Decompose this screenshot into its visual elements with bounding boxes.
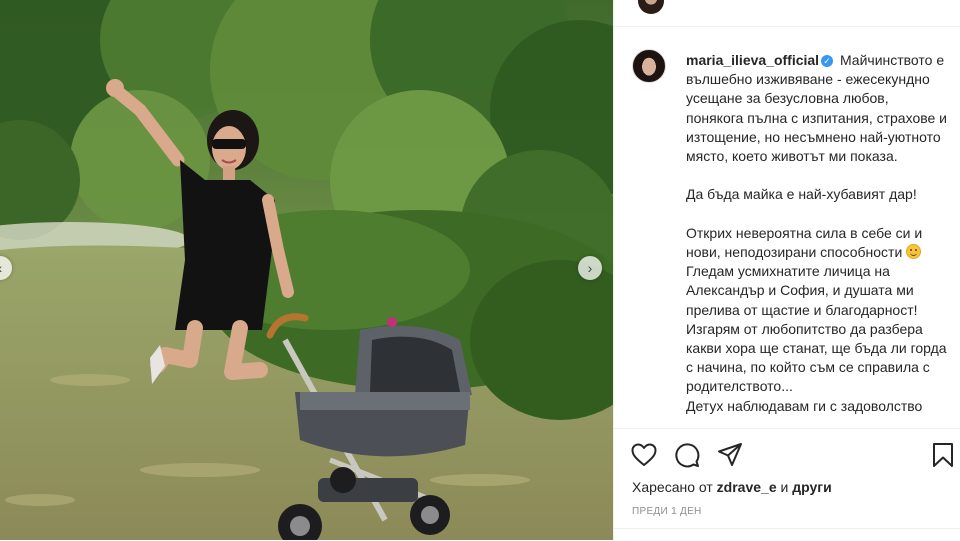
comment-button[interactable]: [673, 441, 701, 469]
post-timestamp[interactable]: ПРЕДИ 1 ДЕН: [632, 506, 702, 517]
post-header: [614, 0, 960, 27]
carousel-next-button[interactable]: ›: [578, 256, 602, 280]
like-button[interactable]: [630, 441, 658, 469]
comment-bubble-icon: [675, 443, 700, 468]
bookmark-icon: [933, 443, 953, 467]
post-side-panel: maria_ilieva_official ✓ Майчинството е въ…: [613, 0, 960, 541]
header-avatar[interactable]: [638, 0, 664, 14]
liked-conj: и: [776, 479, 793, 495]
liked-others-link[interactable]: други: [792, 479, 831, 495]
chevron-right-icon: ›: [587, 260, 593, 276]
save-button[interactable]: [929, 441, 957, 469]
likes-summary: Харесано от zdrave_e и други: [632, 479, 832, 495]
post-photo[interactable]: ‹ ›: [0, 0, 613, 540]
post-caption: maria_ilieva_official ✓ Майчинството е въ…: [686, 51, 948, 416]
paper-plane-icon: [718, 443, 742, 466]
divider: [614, 528, 960, 529]
verified-badge-icon: ✓: [821, 55, 834, 67]
chevron-left-icon: ‹: [0, 260, 2, 276]
author-username[interactable]: maria_ilieva_official: [686, 52, 819, 68]
liked-prefix: Харесано от: [632, 479, 717, 495]
caption-area: maria_ilieva_official ✓ Майчинството е въ…: [614, 44, 960, 426]
author-avatar[interactable]: [632, 49, 666, 83]
smiling-face-emoji: [906, 244, 922, 260]
liked-user-link[interactable]: zdrave_e: [717, 479, 777, 495]
caption-text: Майчинството е вълшебно изживяване - еже…: [686, 52, 948, 261]
photo-scene: [0, 0, 613, 540]
actions-bar: Харесано от zdrave_e и други ПРЕДИ 1 ДЕН: [614, 428, 960, 541]
caption-text-continued: Гледам усмихнатите личица на Александър …: [686, 263, 947, 414]
share-button[interactable]: [716, 441, 744, 469]
heart-icon: [631, 443, 657, 466]
